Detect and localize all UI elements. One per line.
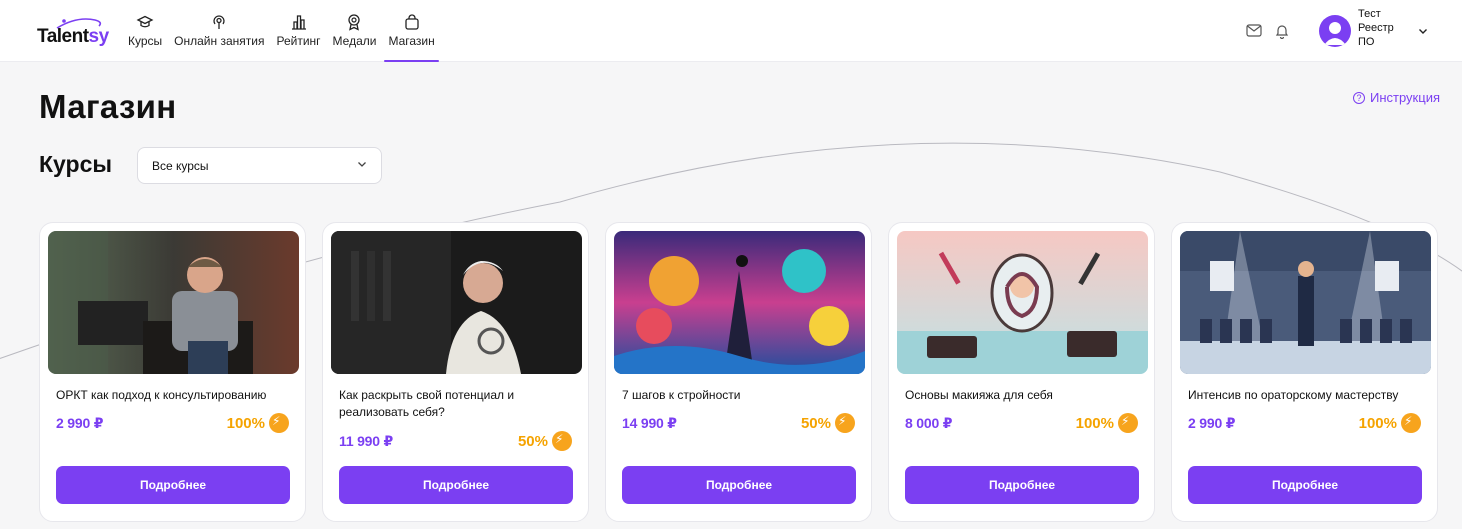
details-button[interactable]: Подробнее [905, 466, 1139, 504]
logo-swoosh-icon [56, 18, 102, 29]
nav-label: Курсы [128, 34, 163, 48]
discount-badge: 50% [518, 431, 572, 451]
product-card[interactable]: Как раскрыть свой потенциал и реализоват… [322, 222, 589, 522]
user-name[interactable]: Тест Реестр ПО [1358, 7, 1408, 49]
product-title[interactable]: ОРКТ как подход к консультированию [56, 387, 288, 404]
product-grid: ОРКТ как подход к консультированию 2 990… [39, 222, 1439, 522]
discount-value: 50% [517, 432, 548, 450]
avatar[interactable] [1319, 15, 1351, 47]
talentsy-coin-icon [269, 413, 289, 433]
nav-label: Медали [332, 34, 377, 48]
instruction-link[interactable]: ? Инструкция [1353, 90, 1440, 105]
instruction-label: Инструкция [1370, 90, 1440, 105]
product-image[interactable] [897, 231, 1148, 374]
talentsy-coin-icon [552, 431, 572, 451]
product-price: 11 990 ₽ [339, 433, 394, 449]
shopping-bag-icon [404, 14, 419, 30]
nav-item-rating[interactable]: Рейтинг [270, 0, 326, 62]
section-title: Курсы [39, 151, 113, 177]
mail-icon[interactable] [1246, 24, 1262, 37]
product-title[interactable]: 7 шагов к стройности [622, 387, 854, 404]
product-price: 8 000 ₽ [905, 415, 953, 431]
details-button[interactable]: Подробнее [339, 466, 573, 504]
discount-badge: 50% [801, 413, 855, 433]
nav-item-shop[interactable]: Магазин [382, 0, 440, 62]
details-button[interactable]: Подробнее [622, 466, 856, 504]
chevron-down-icon[interactable] [1418, 28, 1428, 35]
nav-item-medals[interactable]: Медали [327, 0, 383, 62]
talentsy-coin-icon [835, 413, 855, 433]
product-price: 2 990 ₽ [56, 415, 104, 431]
broadcast-icon [213, 15, 225, 29]
product-price: 2 990 ₽ [1188, 415, 1236, 431]
product-card[interactable]: 7 шагов к стройности 14 990 ₽ 50% Подроб… [605, 222, 872, 522]
product-card[interactable]: Интенсив по ораторскому мастерству 2 990… [1171, 222, 1438, 522]
product-image[interactable] [1180, 231, 1431, 374]
main-nav: Курсы Онлайн занятия Рейтинг Медали Мага… [122, 0, 441, 62]
discount-value: 100% [226, 414, 265, 432]
discount-badge: 100% [1076, 413, 1138, 433]
product-image[interactable] [48, 231, 299, 374]
nav-label: Рейтинг [276, 34, 321, 48]
product-image[interactable] [614, 231, 865, 374]
nav-label: Онлайн занятия [174, 34, 265, 48]
discount-badge: 100% [1359, 413, 1421, 433]
details-button[interactable]: Подробнее [56, 466, 290, 504]
nav-item-online-classes[interactable]: Онлайн занятия [168, 0, 270, 62]
course-filter-select[interactable]: Все курсы [137, 147, 382, 184]
discount-value: 100% [1358, 414, 1397, 432]
nav-label: Магазин [388, 34, 435, 48]
product-card[interactable]: ОРКТ как подход к консультированию 2 990… [39, 222, 306, 522]
product-card[interactable]: Основы макияжа для себя 8 000 ₽ 100% Под… [888, 222, 1155, 522]
bar-chart-icon [291, 15, 306, 30]
talentsy-coin-icon [1118, 413, 1138, 433]
talentsy-coin-icon [1401, 413, 1421, 433]
details-button[interactable]: Подробнее [1188, 466, 1422, 504]
product-price: 14 990 ₽ [622, 415, 677, 431]
graduation-cap-icon [136, 15, 154, 28]
product-title[interactable]: Интенсив по ораторскому мастерству [1188, 387, 1420, 404]
top-header: Talentsy Курсы Онлайн занятия Рейтинг Ме… [0, 0, 1462, 62]
medal-icon [348, 14, 361, 31]
help-circle-icon: ? [1353, 91, 1365, 104]
chevron-down-icon [358, 162, 366, 167]
course-filter-value: Все курсы [152, 159, 209, 173]
nav-item-courses[interactable]: Курсы [122, 0, 168, 62]
discount-badge: 100% [227, 413, 289, 433]
product-image[interactable] [331, 231, 582, 374]
discount-value: 50% [800, 414, 831, 432]
product-title[interactable]: Основы макияжа для себя [905, 387, 1137, 404]
user-silhouette-icon [1324, 22, 1346, 45]
discount-value: 100% [1075, 414, 1114, 432]
bell-icon[interactable] [1275, 23, 1289, 39]
talentsy-logo[interactable]: Talentsy [37, 18, 117, 50]
page-title: Магазин [39, 88, 177, 125]
product-title[interactable]: Как раскрыть свой потенциал и реализоват… [339, 387, 571, 421]
